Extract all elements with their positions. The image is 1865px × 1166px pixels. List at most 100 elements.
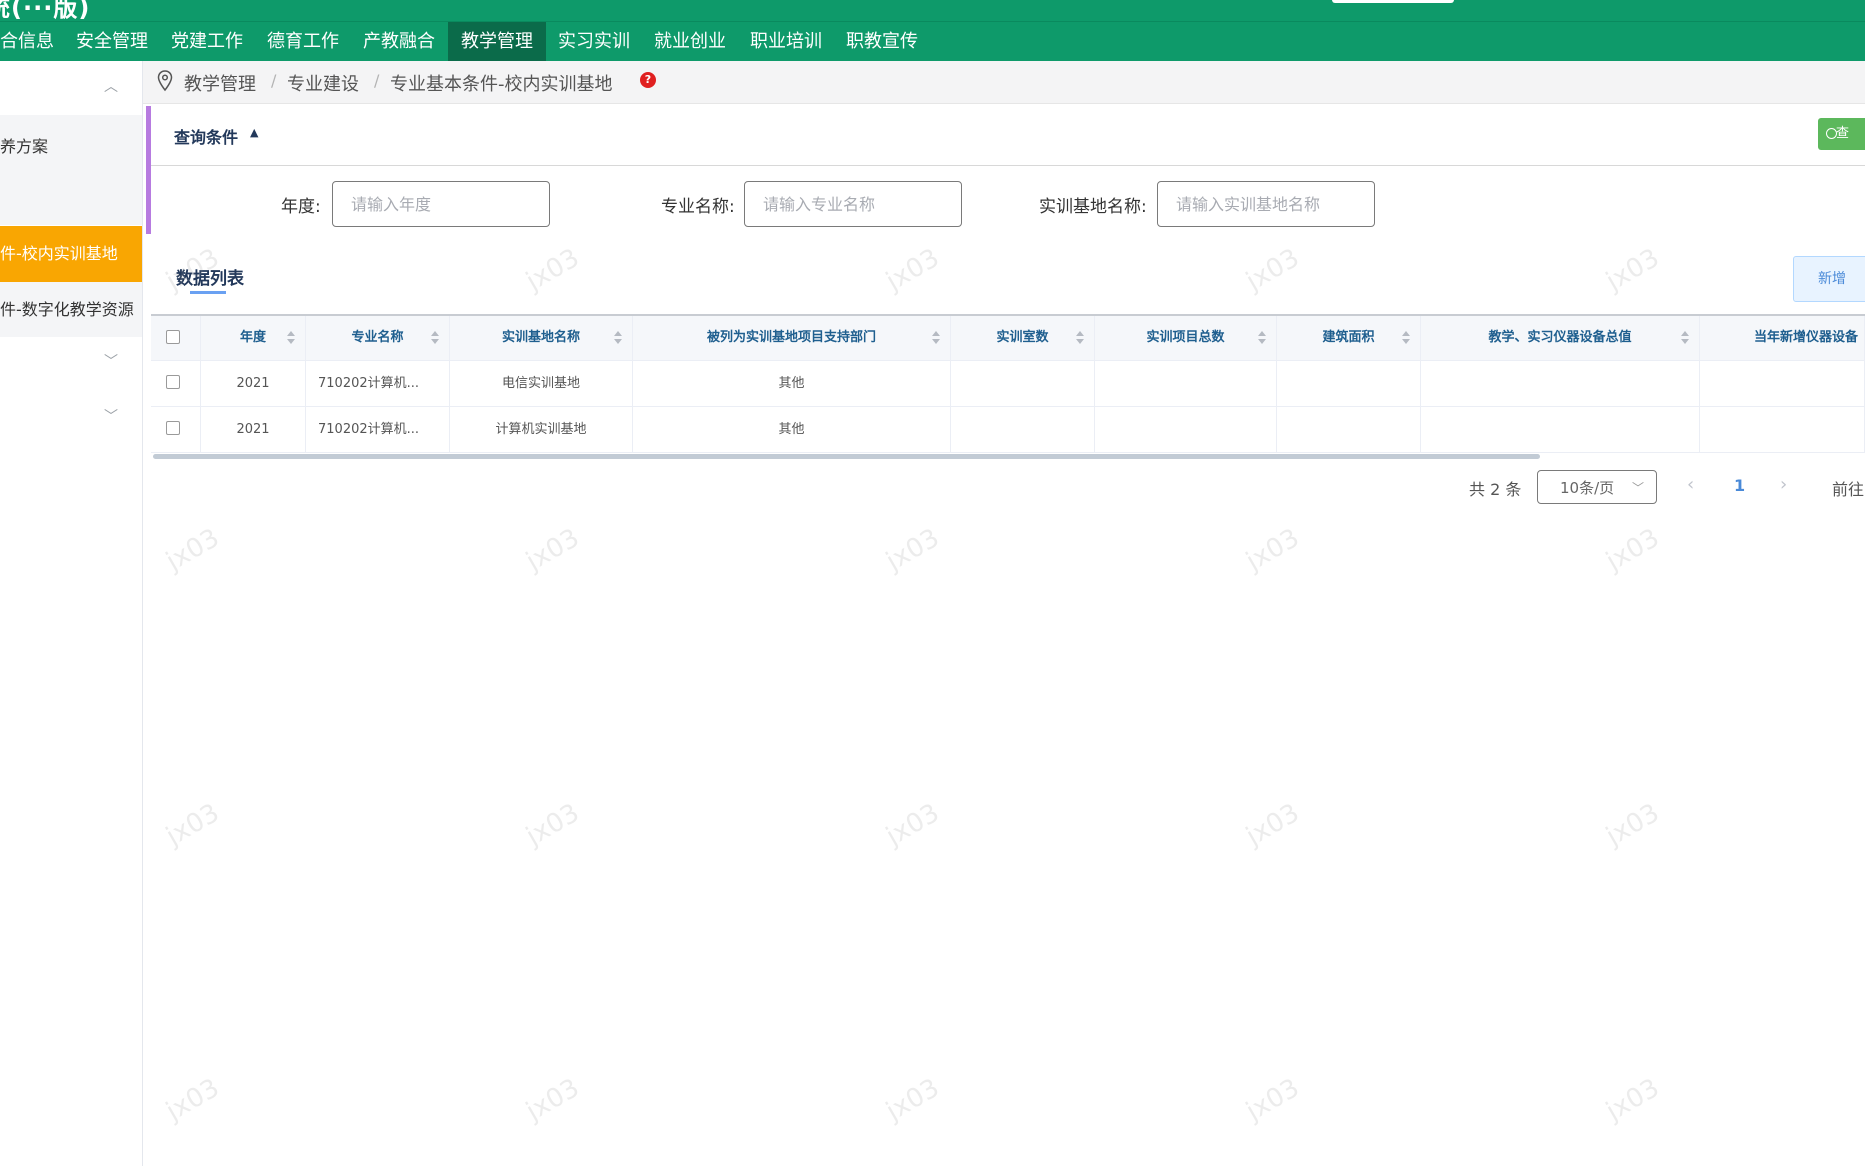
- sidebar-item-plan[interactable]: 养方案: [0, 132, 142, 162]
- cell-base-name: 计算机实训基地: [450, 407, 633, 452]
- breadcrumb-item-major[interactable]: 专业建设: [287, 70, 359, 96]
- cell-new-equipment: [1700, 407, 1865, 452]
- chevron-down-icon[interactable]: ﹀: [104, 351, 118, 371]
- sort-icon[interactable]: [1681, 331, 1689, 345]
- sidebar-item-digital-resources[interactable]: 件-数字化教学资源: [0, 282, 142, 337]
- top-header: 统(···版): [0, 0, 1865, 22]
- cell-base-name: 电信实训基地: [450, 361, 633, 406]
- major-name-input[interactable]: [744, 181, 962, 227]
- nav-item-employment[interactable]: 就业创业: [644, 22, 736, 62]
- cell-support-dept: 其他: [633, 407, 951, 452]
- cell-new-equipment: [1700, 361, 1865, 406]
- sort-icon[interactable]: [287, 331, 295, 345]
- nav-item-training[interactable]: 职业培训: [740, 22, 832, 62]
- watermark-text: jx03: [521, 1073, 585, 1127]
- list-title: 数据列表: [176, 269, 244, 289]
- app-title: 统(···版): [0, 0, 91, 22]
- table-row[interactable]: 2021 710202计算机... 电信实训基地 其他: [151, 361, 1865, 407]
- search-button[interactable]: 查: [1818, 118, 1865, 150]
- column-header-base-name[interactable]: 实训基地名称: [450, 316, 633, 360]
- breadcrumb: 教学管理 / 专业建设 / 专业基本条件-校内实训基地 ?: [143, 61, 1865, 104]
- column-header-equipment-value[interactable]: 教学、实习仪器设备总值: [1421, 316, 1700, 360]
- watermark-text: jx03: [161, 523, 225, 577]
- row-checkbox[interactable]: [166, 375, 180, 389]
- column-header-support-dept[interactable]: 被列为实训基地项目支持部门: [633, 316, 951, 360]
- sort-icon[interactable]: [932, 331, 940, 345]
- column-header-project-count[interactable]: 实训项目总数: [1095, 316, 1277, 360]
- column-header-major[interactable]: 专业名称: [306, 316, 450, 360]
- cell-project-count: [1095, 407, 1277, 452]
- nav-item-industry[interactable]: 产教融合: [353, 22, 445, 62]
- watermark-text: jx03: [1241, 243, 1305, 297]
- column-header-new-equipment[interactable]: 当年新增仪器设备: [1700, 316, 1865, 360]
- nav-item-safety[interactable]: 安全管理: [66, 22, 158, 62]
- cell-major: 710202计算机...: [306, 361, 450, 406]
- cell-year: 2021: [201, 361, 306, 406]
- nav-item-party[interactable]: 党建工作: [161, 22, 253, 62]
- column-header-label: 专业名称: [351, 330, 404, 345]
- sort-icon[interactable]: [431, 331, 439, 345]
- nav-item-moral[interactable]: 德育工作: [257, 22, 349, 62]
- sidebar-item-training-base[interactable]: 件-校内实训基地: [0, 226, 142, 282]
- cell-room-count: [951, 361, 1095, 406]
- sort-icon[interactable]: [1402, 331, 1410, 345]
- sort-icon[interactable]: [1076, 331, 1084, 345]
- watermark-text: jx03: [881, 243, 945, 297]
- cell-area: [1277, 361, 1421, 406]
- table-header: 年度 专业名称 实训基地名称 被列为实训基地项目支持部门 实训室数 实训项目总数…: [151, 316, 1865, 361]
- watermark-text: jx03: [1601, 798, 1665, 852]
- horizontal-scrollbar[interactable]: [153, 454, 1540, 459]
- column-header-area[interactable]: 建筑面积: [1277, 316, 1421, 360]
- base-name-input[interactable]: [1157, 181, 1375, 227]
- nav-item-teaching[interactable]: 教学管理: [448, 22, 546, 62]
- cell-equipment-value: [1421, 361, 1700, 406]
- caret-up-icon[interactable]: ▲: [250, 126, 258, 139]
- watermark-text: jx03: [1601, 243, 1665, 297]
- column-header-room-count[interactable]: 实训室数: [951, 316, 1095, 360]
- year-input[interactable]: [332, 181, 550, 227]
- sidebar: ︿ 养方案 件-校内实训基地 件-数字化教学资源 ﹀ ﹀: [0, 61, 143, 1166]
- nav-item-promotion[interactable]: 职教宣传: [836, 22, 928, 62]
- cell-area: [1277, 407, 1421, 452]
- column-header-label: 建筑面积: [1322, 330, 1375, 345]
- page-size-select[interactable]: 10条/页 ﹀: [1537, 470, 1657, 504]
- sort-icon[interactable]: [614, 331, 622, 345]
- nav-item-info[interactable]: 合信息: [0, 22, 60, 62]
- query-title[interactable]: 查询条件: [174, 124, 238, 148]
- chevron-down-icon[interactable]: ﹀: [104, 406, 118, 426]
- breadcrumb-separator: /: [374, 71, 380, 90]
- column-header-label: 当年新增仪器设备: [1754, 330, 1859, 345]
- row-select-cell: [151, 361, 201, 406]
- pagination-goto: 前往: [1832, 480, 1865, 499]
- header-widget[interactable]: [1332, 0, 1454, 3]
- sort-icon[interactable]: [1258, 331, 1266, 345]
- nav-item-internship[interactable]: 实习实训: [548, 22, 640, 62]
- cell-equipment-value: [1421, 407, 1700, 452]
- column-header-label: 实训基地名称: [501, 330, 580, 345]
- select-all-cell: [151, 316, 201, 360]
- row-checkbox[interactable]: [166, 421, 180, 435]
- column-header-label: 教学、实习仪器设备总值: [1488, 330, 1632, 345]
- watermark-text: jx03: [521, 523, 585, 577]
- cell-project-count: [1095, 361, 1277, 406]
- breadcrumb-item-current: 专业基本条件-校内实训基地: [390, 74, 613, 95]
- cell-major: 710202计算机...: [306, 407, 450, 452]
- chevron-up-icon[interactable]: ︿: [104, 76, 118, 96]
- prev-page-icon[interactable]: ‹: [1687, 474, 1694, 495]
- column-header-label: 实训项目总数: [1146, 330, 1225, 345]
- column-header-label: 年度: [239, 330, 266, 345]
- help-icon[interactable]: ?: [640, 72, 656, 88]
- watermark-text: jx03: [1241, 523, 1305, 577]
- list-title-underline: [190, 291, 226, 294]
- table-row[interactable]: 2021 710202计算机... 计算机实训基地 其他: [151, 407, 1865, 453]
- breadcrumb-separator: /: [271, 71, 277, 90]
- pagination-total: 共 2 条: [1469, 480, 1522, 499]
- breadcrumb-item-teaching[interactable]: 教学管理: [184, 70, 256, 96]
- cell-room-count: [951, 407, 1095, 452]
- column-header-label: 被列为实训基地项目支持部门: [706, 330, 876, 345]
- select-all-checkbox[interactable]: [166, 330, 180, 344]
- add-button[interactable]: 新增: [1793, 256, 1865, 302]
- column-header-year[interactable]: 年度: [201, 316, 306, 360]
- page-number-current[interactable]: 1: [1734, 476, 1745, 495]
- next-page-icon[interactable]: ›: [1780, 474, 1787, 495]
